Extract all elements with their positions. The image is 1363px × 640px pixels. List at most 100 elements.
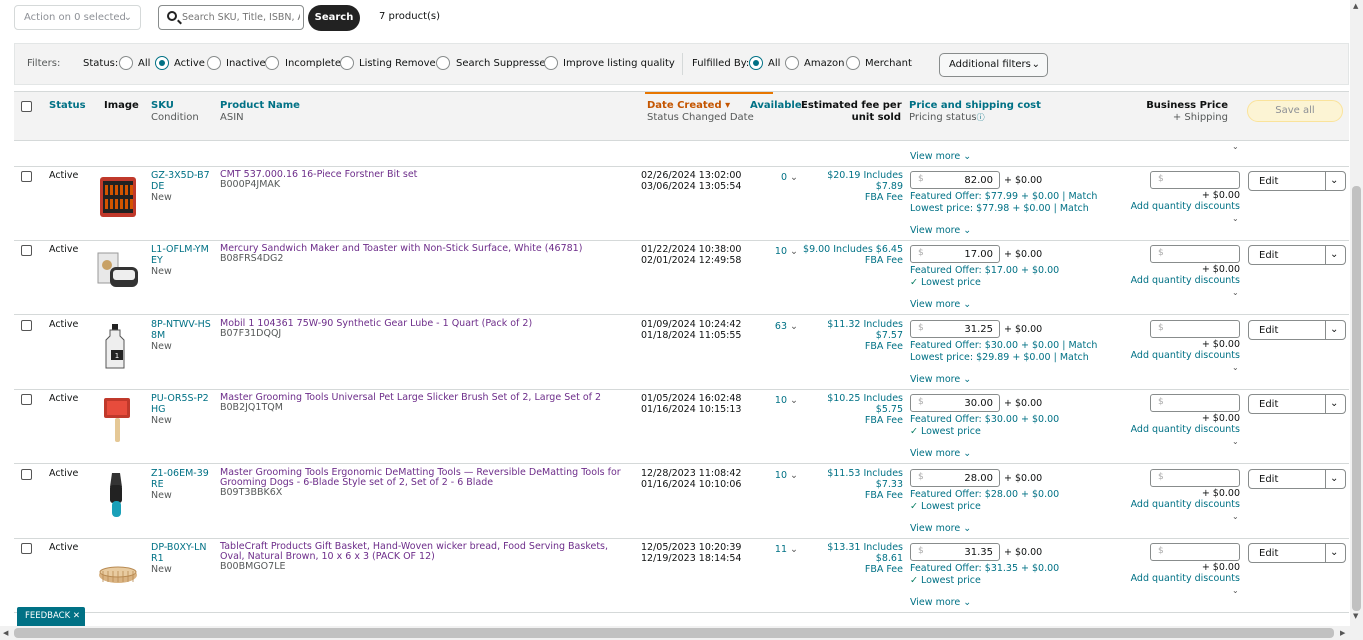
edit-split-button[interactable]: Edit ⌄ <box>1248 320 1346 340</box>
bulk-action-select[interactable]: Action on 0 selected ⌄ <box>14 5 141 30</box>
col-date-created[interactable]: Date Created ▾ Status Changed Date <box>647 100 754 124</box>
sku-value[interactable]: DP-B0XY-LNR1 <box>151 542 211 564</box>
price-input[interactable]: $82.00 <box>910 171 1000 189</box>
scroll-thumb[interactable] <box>1352 186 1361 611</box>
chevron-down-icon[interactable]: ⌄ <box>1232 141 1239 152</box>
view-more-link[interactable]: View more ⌄ <box>910 151 971 162</box>
estimated-fee[interactable]: $13.31 Includes $8.61 FBA Fee <box>800 542 903 575</box>
available-dropdown[interactable]: 63 ⌄ <box>738 321 798 332</box>
estimated-fee[interactable]: $9.00 Includes $6.45 FBA Fee <box>800 244 903 266</box>
edit-button[interactable]: Edit <box>1259 474 1278 485</box>
business-price-input[interactable]: $ <box>1150 245 1240 263</box>
chevron-down-icon[interactable]: ⌄ <box>1330 324 1338 335</box>
row-checkbox[interactable] <box>21 320 32 331</box>
vertical-scrollbar[interactable]: ▲ ▼ <box>1350 0 1363 626</box>
chevron-down-icon[interactable]: ⌄ <box>1232 585 1239 596</box>
scroll-down-icon[interactable]: ▼ <box>1353 612 1358 620</box>
status-option-improve-quality[interactable]: Improve listing quality <box>563 58 675 69</box>
status-option-inactive[interactable]: Inactive <box>226 58 266 69</box>
view-more-link[interactable]: View more ⌄ <box>910 448 971 459</box>
info-icon[interactable]: ⓘ <box>977 113 985 122</box>
add-quantity-discounts-link[interactable]: Add quantity discounts <box>1124 424 1240 435</box>
scroll-up-icon[interactable]: ▲ <box>1353 2 1358 10</box>
available-dropdown[interactable]: 11 ⌄ <box>738 544 798 555</box>
fulfilled-radio-amazon[interactable] <box>785 56 799 70</box>
wicker-basket-image[interactable] <box>96 545 140 593</box>
row-checkbox[interactable] <box>21 171 32 182</box>
add-quantity-discounts-link[interactable]: Add quantity discounts <box>1124 573 1240 584</box>
price-input[interactable]: $28.00 <box>910 469 1000 487</box>
business-price-input[interactable]: $ <box>1150 469 1240 487</box>
price-input[interactable]: $31.25 <box>910 320 1000 338</box>
status-radio-all[interactable] <box>119 56 133 70</box>
row-sku[interactable]: 8P-NTWV-HS8M New <box>151 319 211 352</box>
product-title-link[interactable]: Master Grooming Tools Ergonomic DeMattin… <box>220 468 635 488</box>
product-title-link[interactable]: CMT 537.000.16 16-Piece Forstner Bit set <box>220 170 635 180</box>
status-radio-active[interactable] <box>155 56 169 70</box>
gear-lube-image[interactable]: 1 <box>96 322 140 370</box>
add-quantity-discounts-link[interactable]: Add quantity discounts <box>1124 275 1240 286</box>
col-status[interactable]: Status <box>49 100 86 112</box>
chevron-down-icon[interactable]: ⌄ <box>1330 547 1338 558</box>
sku-value[interactable]: Z1-06EM-39RE <box>151 468 211 490</box>
status-radio-inactive[interactable] <box>207 56 221 70</box>
sku-value[interactable]: L1-OFLM-YMEY <box>151 244 211 266</box>
chevron-down-icon[interactable]: ⌄ <box>1232 287 1239 298</box>
row-sku[interactable]: DP-B0XY-LNR1 New <box>151 542 211 575</box>
add-quantity-discounts-link[interactable]: Add quantity discounts <box>1124 201 1240 212</box>
scroll-left-icon[interactable]: ◀ <box>3 629 8 637</box>
chevron-down-icon[interactable]: ⌄ <box>1232 362 1239 373</box>
fulfilled-radio-all[interactable] <box>749 56 763 70</box>
view-more-link[interactable]: View more ⌄ <box>910 597 971 608</box>
sku-value[interactable]: PU-OR5S-P2HG <box>151 393 211 415</box>
edit-split-button[interactable]: Edit ⌄ <box>1248 469 1346 489</box>
row-sku[interactable]: PU-OR5S-P2HG New <box>151 393 211 426</box>
row-checkbox[interactable] <box>21 543 32 554</box>
col-product-name[interactable]: Product Name ASIN <box>220 100 300 124</box>
edit-split-button[interactable]: Edit ⌄ <box>1248 245 1346 265</box>
fulfilled-option-merchant[interactable]: Merchant <box>865 58 912 69</box>
chevron-down-icon[interactable]: ⌄ <box>1330 175 1338 186</box>
business-price-input[interactable]: $ <box>1150 171 1240 189</box>
view-more-link[interactable]: View more ⌄ <box>910 225 971 236</box>
hscroll-thumb[interactable] <box>14 628 1334 638</box>
chevron-down-icon[interactable]: ⌄ <box>1330 249 1338 260</box>
estimated-fee[interactable]: $11.53 Includes $7.33 FBA Fee <box>800 468 903 501</box>
available-dropdown[interactable]: 10 ⌄ <box>738 395 798 406</box>
chevron-down-icon[interactable]: ⌄ <box>1232 213 1239 224</box>
business-price-input[interactable]: $ <box>1150 394 1240 412</box>
chevron-down-icon[interactable]: ⌄ <box>1330 473 1338 484</box>
forstner-bit-set-image[interactable] <box>96 173 140 221</box>
additional-filters-button[interactable]: Additional filters ⌄ <box>939 53 1048 77</box>
status-option-incomplete[interactable]: Incomplete <box>285 58 341 69</box>
col-price[interactable]: Price and shipping cost Pricing statusⓘ <box>909 100 1041 124</box>
status-option-active[interactable]: Active <box>174 58 205 69</box>
business-price-input[interactable]: $ <box>1150 543 1240 561</box>
row-checkbox[interactable] <box>21 394 32 405</box>
status-radio-incomplete[interactable] <box>265 56 279 70</box>
status-option-all[interactable]: All <box>138 58 150 69</box>
price-input[interactable]: $30.00 <box>910 394 1000 412</box>
match-lowest-link[interactable]: Match <box>1060 352 1089 363</box>
sandwich-maker-image[interactable] <box>96 247 140 295</box>
row-sku[interactable]: GZ-3X5D-B7DE New <box>151 170 211 203</box>
edit-split-button[interactable]: Edit ⌄ <box>1248 171 1346 191</box>
add-quantity-discounts-link[interactable]: Add quantity discounts <box>1124 499 1240 510</box>
price-input[interactable]: $17.00 <box>910 245 1000 263</box>
dematting-tool-image[interactable] <box>96 471 140 519</box>
feedback-button[interactable]: FEEDBACK ✕ <box>17 607 85 626</box>
chevron-down-icon[interactable]: ⌄ <box>1232 436 1239 447</box>
sku-value[interactable]: 8P-NTWV-HS8M <box>151 319 211 341</box>
edit-split-button[interactable]: Edit ⌄ <box>1248 394 1346 414</box>
status-radio-search-suppressed[interactable] <box>436 56 450 70</box>
add-quantity-discounts-link[interactable]: Add quantity discounts <box>1124 350 1240 361</box>
status-option-listing-removed[interactable]: Listing Removed <box>359 58 442 69</box>
slicker-brush-image[interactable] <box>96 396 140 444</box>
horizontal-scrollbar[interactable]: ◀ ▶ <box>0 626 1363 640</box>
match-featured-link[interactable]: Match <box>1068 340 1097 351</box>
select-all-checkbox[interactable] <box>21 101 32 112</box>
estimated-fee[interactable]: $20.19 Includes $7.89 FBA Fee <box>800 170 903 203</box>
status-radio-listing-removed[interactable] <box>340 56 354 70</box>
status-radio-improve-quality[interactable] <box>544 56 558 70</box>
search-button[interactable]: Search <box>308 5 360 31</box>
